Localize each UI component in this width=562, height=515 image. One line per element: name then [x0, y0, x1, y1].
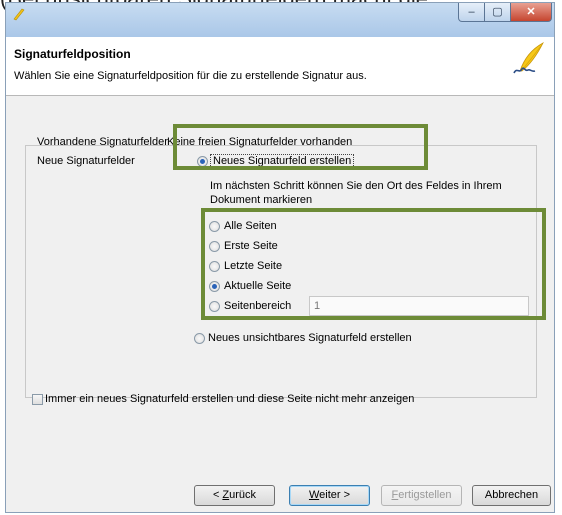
- finish-button[interactable]: Fertigstellen: [381, 485, 462, 506]
- existing-fields-label: Vorhandene Signaturfelder: [37, 136, 168, 148]
- next-button-mnemonic: W: [308, 489, 320, 501]
- always-new-checkbox[interactable]: [32, 394, 43, 405]
- page-description: Wählen Sie eine Signaturfeldposition für…: [14, 70, 367, 82]
- next-button-rest: eiter >: [319, 489, 351, 501]
- hint-line-2: Dokument markieren: [210, 194, 313, 206]
- close-button[interactable]: ✕: [510, 3, 552, 22]
- back-button-prefix: <: [212, 489, 223, 501]
- annotation-highlight-page-options: [201, 208, 546, 320]
- wizard-header: Signaturfeldposition Wählen Sie eine Sig…: [6, 37, 554, 96]
- always-new-checkbox-label[interactable]: Immer ein neues Signaturfeld erstellen u…: [45, 393, 414, 405]
- hint-line-1: Im nächsten Schritt können Sie den Ort d…: [210, 180, 502, 192]
- maximize-button[interactable]: ▢: [484, 3, 511, 22]
- cancel-button[interactable]: Abbrechen: [472, 485, 551, 506]
- back-button-rest: urück: [229, 489, 257, 501]
- signature-dialog-window: – ▢ ✕ Signaturfeldposition Wählen Sie ei…: [5, 2, 555, 513]
- invisible-field-label[interactable]: Neues unsichtbares Signaturfeld erstelle…: [208, 332, 412, 344]
- next-button[interactable]: Weiter >: [289, 485, 370, 506]
- new-fields-label: Neue Signaturfelder: [37, 155, 135, 167]
- finish-button-rest: ertigstellen: [398, 489, 452, 501]
- title-bar[interactable]: – ▢ ✕: [6, 3, 554, 37]
- page-title: Signaturfeldposition: [14, 47, 131, 61]
- minimize-button[interactable]: –: [458, 3, 485, 22]
- app-icon: [12, 7, 26, 21]
- invisible-field-radio[interactable]: [194, 333, 205, 344]
- annotation-highlight-top: [173, 124, 428, 170]
- pen-logo-icon: [510, 41, 546, 82]
- dialog-content: Signaturfeldposition Wählen Sie eine Sig…: [6, 37, 554, 512]
- back-button[interactable]: < Zurück: [194, 485, 275, 506]
